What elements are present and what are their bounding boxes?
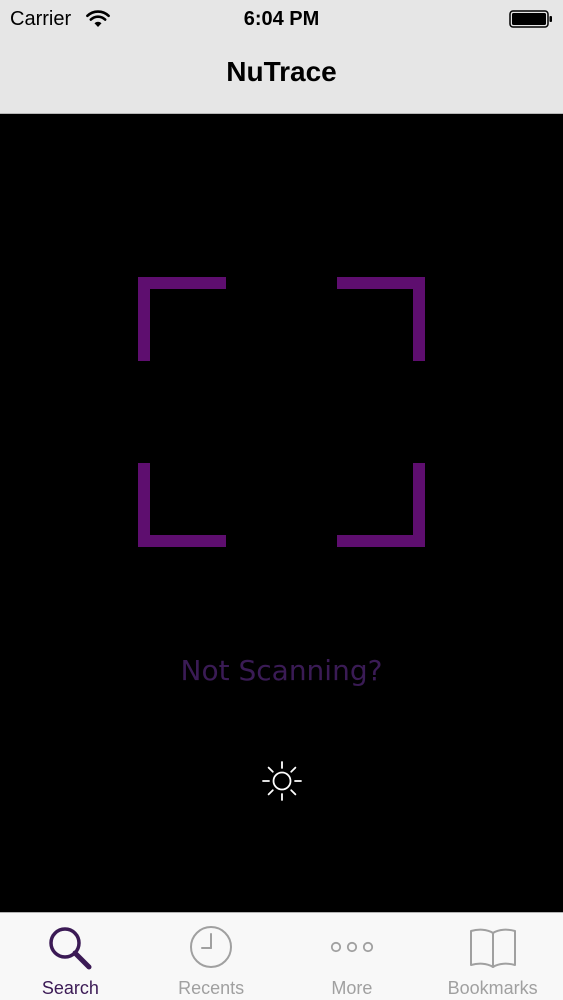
app-screen: Carrier 6:04 PM NuTrace Not Scanning? Se…: [0, 0, 563, 1000]
battery-icon: [509, 10, 552, 28]
scan-frame-corner-top-right: [337, 277, 425, 361]
tab-more[interactable]: More: [282, 913, 423, 1000]
status-time: 6:04 PM: [243, 8, 320, 30]
book-icon: [469, 928, 516, 968]
tab-bar: Search Recents More Bookmarks: [0, 912, 563, 1000]
tab-bookmarks[interactable]: Bookmarks: [422, 913, 563, 1000]
scanner-view[interactable]: Not Scanning?: [0, 114, 563, 912]
tab-more-label: More: [331, 978, 373, 998]
scan-frame: [138, 277, 425, 547]
more-icon: [330, 941, 373, 953]
status-bar: Carrier 6:04 PM: [0, 0, 563, 38]
tab-bookmarks-label: Bookmarks: [447, 978, 538, 998]
scan-frame-corner-bottom-right: [337, 463, 425, 547]
not-scanning-button[interactable]: Not Scanning?: [0, 654, 563, 687]
header: Carrier 6:04 PM NuTrace: [0, 0, 563, 114]
tab-recents-label: Recents: [178, 978, 245, 998]
tab-recents[interactable]: Recents: [141, 913, 282, 1000]
search-icon: [49, 927, 92, 970]
scan-frame-corner-top-left: [138, 277, 226, 361]
page-title: NuTrace: [226, 56, 337, 87]
tab-search-label: Search: [41, 978, 99, 998]
clock-icon: [190, 926, 233, 968]
tab-search[interactable]: Search: [0, 913, 141, 1000]
scan-frame-corner-bottom-left: [138, 463, 226, 547]
sun-icon[interactable]: [260, 759, 304, 803]
